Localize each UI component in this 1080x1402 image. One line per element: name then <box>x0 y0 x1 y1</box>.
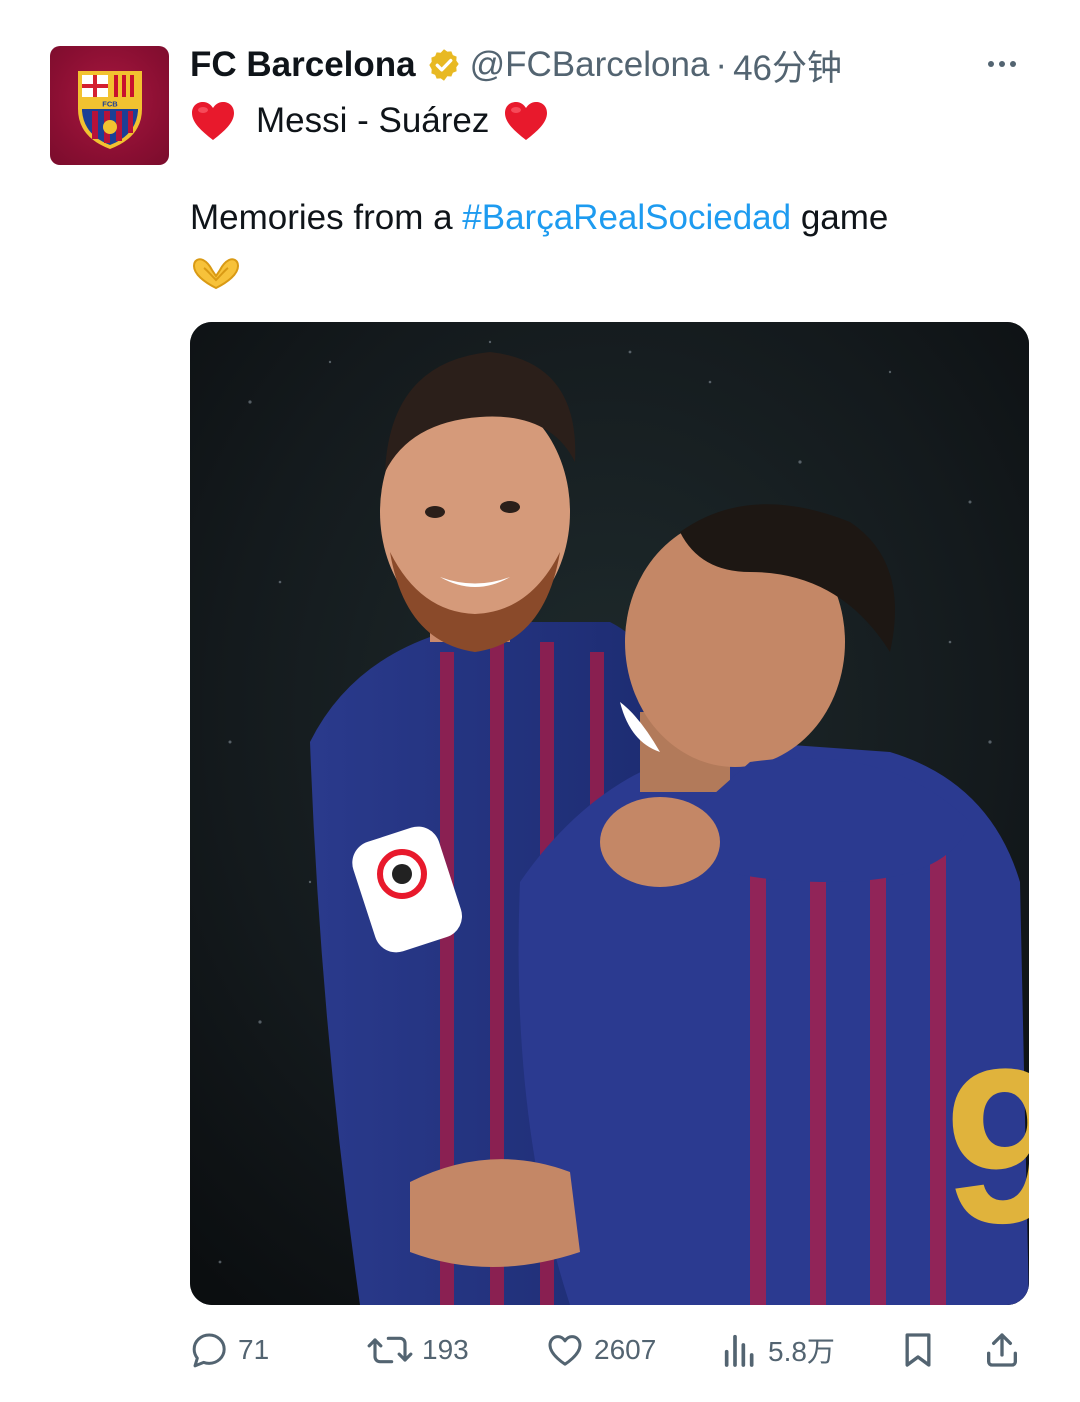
share-button[interactable] <box>982 1322 1022 1378</box>
like-icon <box>548 1335 582 1366</box>
photo-illustration: 9 <box>190 322 1029 1305</box>
bookmark-button[interactable] <box>898 1322 938 1378</box>
tweet-names: Messi - Suárez <box>256 101 490 140</box>
retweet-button[interactable]: 193 <box>366 1322 469 1378</box>
hashtag-link[interactable]: #BarçaRealSociedad <box>462 198 791 237</box>
views-button[interactable]: 5.8万 <box>720 1322 835 1378</box>
views-count: 5.8万 <box>768 1336 835 1367</box>
views-icon <box>724 1334 754 1367</box>
verified-badge-icon[interactable] <box>426 47 462 83</box>
tweet-action-bar: 71 193 2607 5.8万 <box>190 1322 1036 1378</box>
post-time[interactable]: 46分钟 <box>733 40 842 91</box>
author-handle[interactable]: @FCBarcelona <box>470 45 710 85</box>
tweet-body: Memories from a #BarçaRealSociedad game <box>190 198 888 238</box>
reply-button[interactable]: 71 <box>190 1322 269 1378</box>
tweet-header: FC Barcelona @FCBarcelona · 46分钟 <box>190 40 1040 90</box>
body-suffix: game <box>791 198 889 237</box>
like-count: 2607 <box>594 1334 657 1365</box>
retweet-count: 193 <box>422 1334 469 1365</box>
separator-dot: · <box>715 45 728 84</box>
fcb-crest-logo: FCB <box>77 70 142 149</box>
crest-letters: FCB <box>102 99 118 108</box>
tweet-photo[interactable]: 9 <box>190 322 1029 1305</box>
retweet-icon <box>367 1336 413 1364</box>
red-heart-emoji <box>505 102 548 140</box>
share-icon <box>987 1333 1017 1367</box>
reply-icon <box>192 1333 226 1368</box>
svg-text:9: 9 <box>945 1023 1029 1269</box>
bookmark-icon <box>905 1333 931 1367</box>
avatar[interactable]: FCB <box>50 46 169 165</box>
author-name[interactable]: FC Barcelona <box>190 45 416 85</box>
more-options-icon[interactable] <box>988 54 1024 74</box>
like-button[interactable]: 2607 <box>544 1322 656 1378</box>
red-heart-emoji <box>192 102 234 140</box>
body-prefix: Memories from a <box>190 198 463 237</box>
reply-count: 71 <box>238 1334 270 1365</box>
heart-hands-emoji <box>192 258 240 290</box>
tweet-text-line1: Messi - Suárez <box>190 96 549 146</box>
